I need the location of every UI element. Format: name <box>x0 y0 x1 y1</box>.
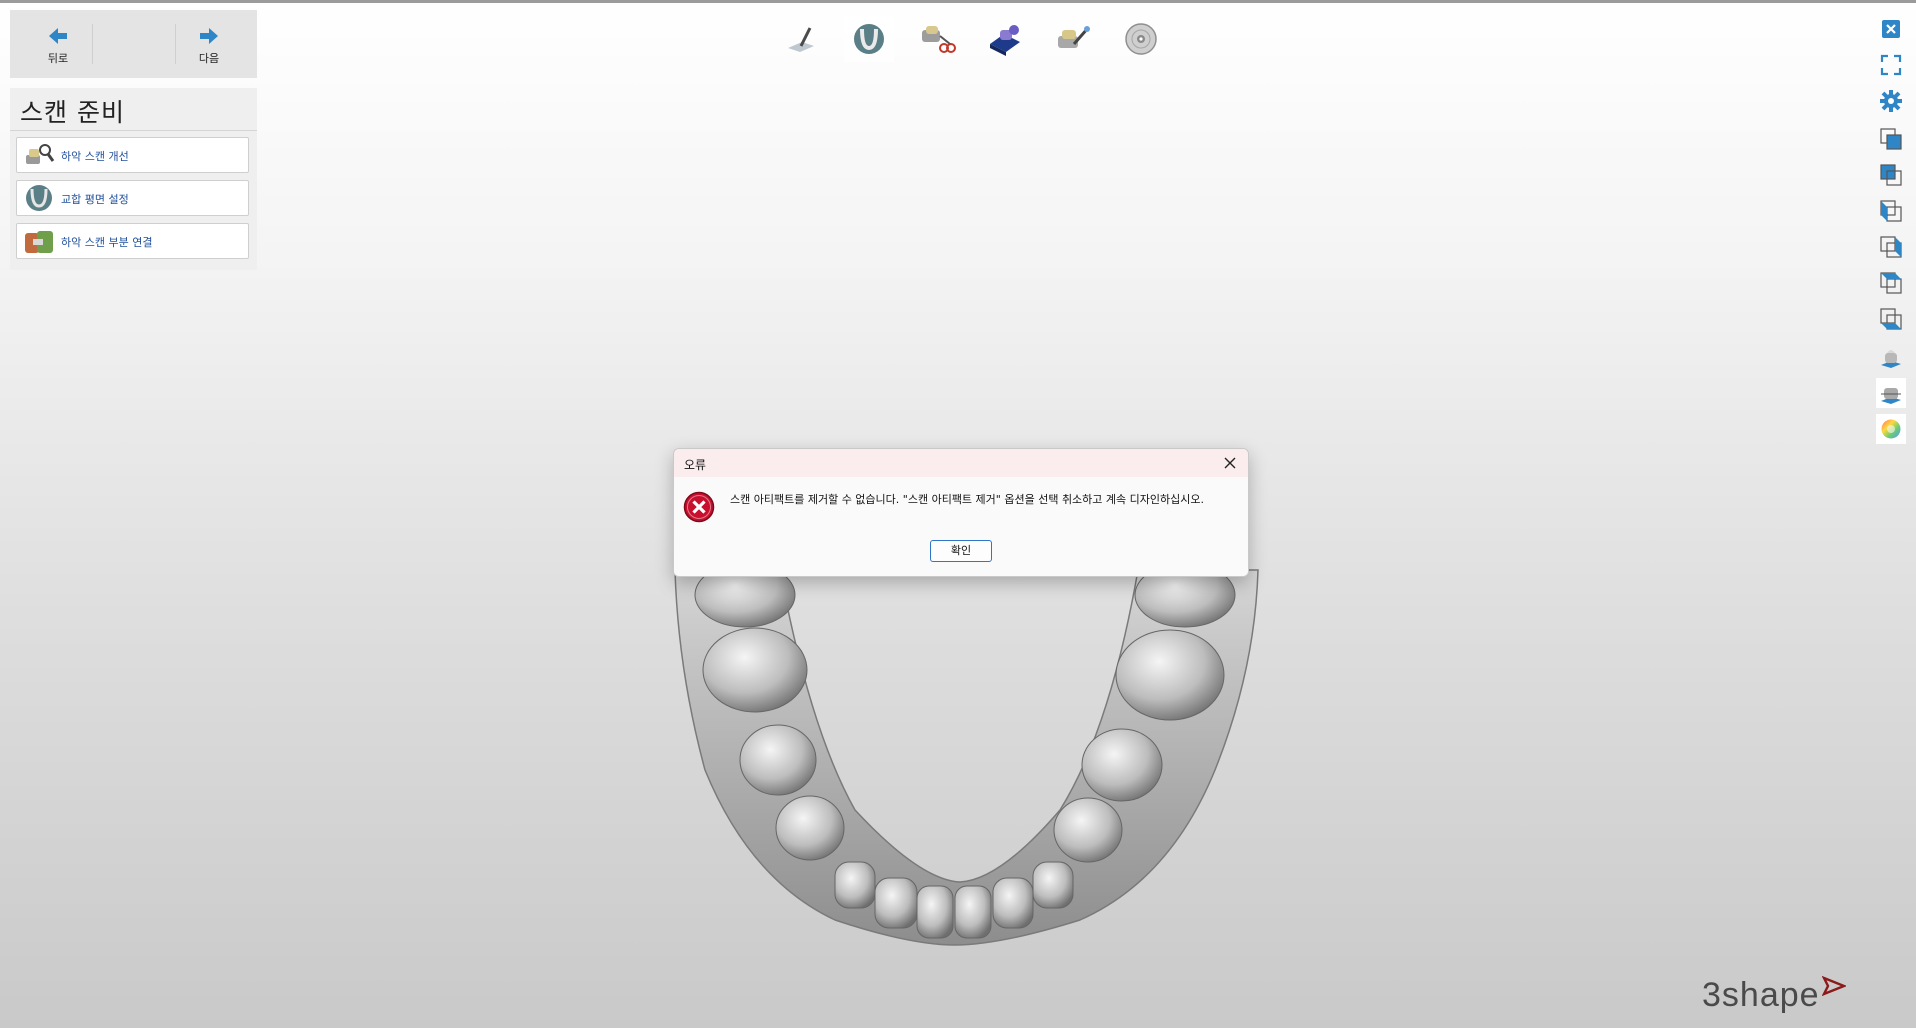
model-section-button[interactable] <box>1876 378 1906 408</box>
error-dialog: 오류 스캔 아티팩트를 제거할 수 없습니다. "스캔 아티팩트 제거" 옵션을… <box>673 448 1249 577</box>
close-view-icon <box>1882 20 1900 38</box>
model-view-icon <box>1881 350 1901 368</box>
view-back-button[interactable] <box>1876 160 1906 190</box>
tool-scissors[interactable] <box>912 16 962 62</box>
model-view-button[interactable] <box>1876 342 1906 372</box>
dialog-title: 오류 <box>684 458 707 472</box>
fullscreen-button[interactable] <box>1876 50 1906 80</box>
arrow-right-icon <box>200 28 218 44</box>
color-wheel-icon <box>1881 419 1901 439</box>
close-icon[interactable] <box>1220 453 1240 473</box>
step-divider <box>10 130 257 131</box>
ok-button[interactable]: 확인 <box>930 540 992 562</box>
view-top-button[interactable] <box>1876 268 1906 298</box>
tool-dental-arch[interactable] <box>844 16 894 62</box>
dental-arch-icon <box>854 24 884 54</box>
tool-disc[interactable] <box>1116 16 1166 62</box>
view-left-button[interactable] <box>1876 196 1906 226</box>
step-item-connect-scan[interactable]: 하악 스캔 부분 연결 <box>16 223 249 259</box>
top-toolbar <box>776 16 1172 62</box>
model-base-icon <box>990 25 1020 56</box>
tool-scan[interactable] <box>1048 16 1098 62</box>
next-label: 다음 <box>198 52 220 65</box>
back-button[interactable]: 뒤로 <box>18 10 98 78</box>
step-item-label: 하악 스캔 부분 연결 <box>61 236 153 249</box>
scissors-tool-icon <box>922 26 956 53</box>
dialog-header: 오류 <box>674 449 1248 477</box>
brand-logo: 3shape <box>1702 975 1847 1015</box>
back-label: 뒤로 <box>47 52 69 65</box>
view-bottom-icon <box>1880 308 1902 330</box>
tool-model-base[interactable] <box>980 16 1030 62</box>
scan-refine-icon <box>26 144 55 164</box>
scan-tool-icon <box>1058 26 1090 48</box>
model-section-icon <box>1881 388 1901 404</box>
view-right-icon <box>1880 236 1902 258</box>
error-icon <box>683 491 715 523</box>
step-title: 스캔 준비 <box>20 98 125 127</box>
view-left-icon <box>1880 200 1902 222</box>
color-wheel-button[interactable] <box>1876 414 1906 444</box>
nav-panel: 뒤로 다음 <box>10 10 257 78</box>
settings-button[interactable] <box>1876 86 1906 116</box>
dialog-message: 스캔 아티팩트를 제거할 수 없습니다. "스캔 아티팩트 제거" 옵션을 선택… <box>730 493 1204 506</box>
brand-triangle-icon <box>1821 975 1847 997</box>
step-item-occlusal-plane[interactable]: 교합 평면 설정 <box>16 180 249 216</box>
view-front-button[interactable] <box>1876 124 1906 154</box>
fullscreen-icon <box>1880 54 1902 76</box>
window-top-border <box>0 0 1916 3</box>
close-view-button[interactable] <box>1876 14 1906 44</box>
brand-logo-text: 3shape <box>1702 976 1820 1014</box>
view-right-button[interactable] <box>1876 232 1906 262</box>
nav-divider <box>92 24 93 64</box>
view-front-icon <box>1880 128 1902 150</box>
step-item-refine-scan[interactable]: 하악 스캔 개선 <box>16 137 249 173</box>
settings-gear-icon <box>1880 90 1902 112</box>
step-item-label: 교합 평면 설정 <box>61 193 129 206</box>
arrow-left-icon <box>49 28 67 44</box>
disc-icon <box>1125 23 1157 55</box>
cut-plane-icon <box>788 27 814 52</box>
view-bottom-button[interactable] <box>1876 304 1906 334</box>
next-button[interactable]: 다음 <box>169 10 249 78</box>
view-back-icon <box>1880 164 1902 186</box>
scan-connect-icon <box>25 231 53 253</box>
step-panel: 스캔 준비 하악 스캔 개선 교합 평면 설정 하악 스캔 부분 연결 <box>10 88 257 270</box>
view-top-icon <box>1880 272 1902 294</box>
occlusal-plane-icon <box>26 185 52 211</box>
step-item-label: 하악 스캔 개선 <box>61 150 129 163</box>
tool-cut-plane[interactable] <box>776 16 826 62</box>
dental-3d-model[interactable] <box>660 560 1260 960</box>
